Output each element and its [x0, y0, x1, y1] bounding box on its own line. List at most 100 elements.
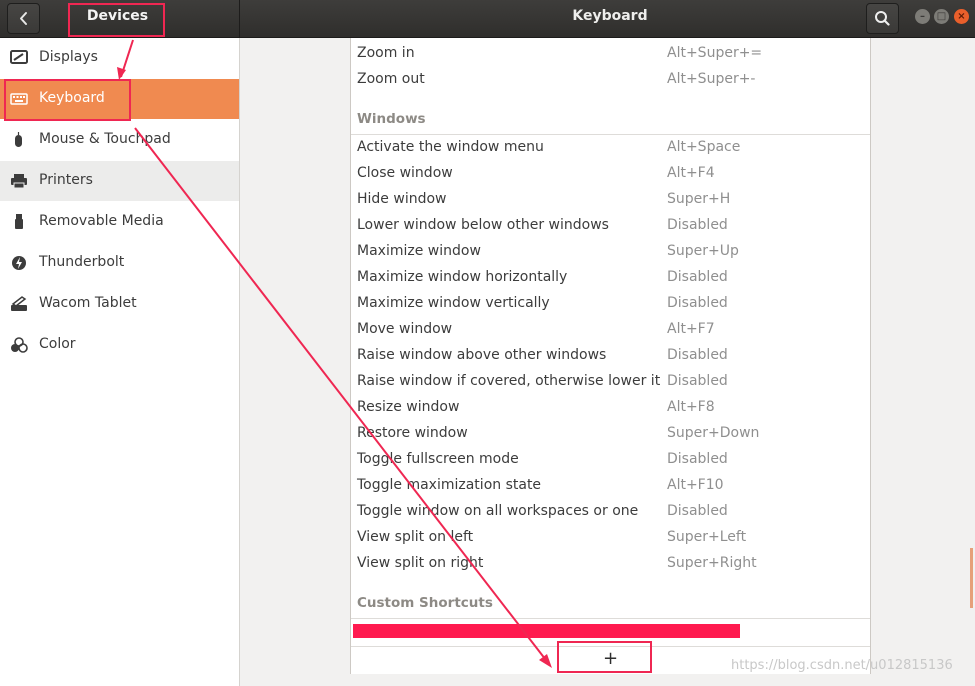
tablet-icon — [11, 296, 27, 311]
shortcut-row[interactable]: Toggle fullscreen mode Disabled — [351, 446, 870, 472]
shortcut-row[interactable]: Activate the window menu Alt+Space — [351, 134, 870, 160]
shortcut-name: Maximize window — [357, 243, 481, 259]
shortcut-name: Restore window — [357, 425, 468, 441]
shortcut-name: Activate the window menu — [357, 139, 544, 155]
usb-icon — [15, 214, 23, 229]
shortcut-accel: Super+Left — [667, 529, 747, 545]
sidebar-item-label: Wacom Tablet — [39, 295, 137, 311]
shortcut-accel: Super+H — [667, 191, 731, 207]
shortcut-name: View split on left — [357, 529, 474, 545]
shortcut-row[interactable]: Restore window Super+Down — [351, 420, 870, 446]
shortcut-accel: Disabled — [667, 347, 728, 363]
shortcut-row[interactable]: Lower window below other windows Disabled — [351, 212, 870, 238]
close-button[interactable]: × — [954, 9, 969, 24]
shortcut-accel: Alt+F10 — [667, 477, 724, 493]
shortcut-accel: Alt+Space — [667, 139, 741, 155]
sidebar-item-label: Mouse & Touchpad — [39, 131, 171, 147]
shortcut-name: Maximize window horizontally — [357, 269, 568, 285]
page-title: Keyboard — [572, 8, 648, 24]
sidebar-item-displays[interactable]: Displays — [0, 38, 239, 78]
sidebar-item-label: Printers — [39, 172, 93, 188]
shortcut-accel: Disabled — [667, 269, 728, 285]
shortcut-name: Toggle fullscreen mode — [357, 451, 519, 467]
shortcut-row[interactable]: View split on left Super+Left — [351, 524, 870, 550]
sidebar: Displays Keyboard Mouse & Touchpad Print… — [0, 38, 240, 686]
shortcut-accel: Disabled — [667, 503, 728, 519]
shortcut-name: Hide window — [357, 191, 447, 207]
sidebar-item-label: Removable Media — [39, 213, 164, 229]
section-title-windows: Windows — [357, 111, 426, 127]
shortcut-row[interactable]: View split on right Super+Right — [351, 550, 870, 576]
shortcut-name: Lower window below other windows — [357, 217, 609, 233]
shortcut-accel: Super+Down — [667, 425, 760, 441]
shortcuts-list: Zoom in Alt+Super+= Zoom out Alt+Super+-… — [350, 38, 871, 674]
sidebar-item-thunderbolt[interactable]: Thunderbolt — [0, 243, 239, 283]
color-icon — [11, 337, 28, 353]
watermark: https://blog.csdn.net/u012815136 — [731, 658, 953, 673]
shortcut-row[interactable]: Close window Alt+F4 — [351, 160, 870, 186]
shortcut-row[interactable]: Resize window Alt+F8 — [351, 394, 870, 420]
back-button[interactable] — [7, 3, 40, 34]
shortcut-row[interactable]: Toggle window on all workspaces or one Di… — [351, 498, 870, 524]
section-title-custom-shortcuts: Custom Shortcuts — [357, 595, 493, 611]
shortcut-name: Move window — [357, 321, 453, 337]
sidebar-item-label: Displays — [39, 49, 98, 65]
sidebar-item-mouse-touchpad[interactable]: Mouse & Touchpad — [0, 120, 239, 160]
annotation-box-add — [557, 641, 652, 673]
shortcut-accel: Super+Right — [667, 555, 757, 571]
shortcut-name: Raise window above other windows — [357, 347, 607, 363]
minimize-button[interactable]: – — [915, 9, 930, 24]
shortcut-name: Zoom out — [357, 71, 425, 87]
shortcut-name: Zoom in — [357, 45, 415, 61]
thunderbolt-icon — [12, 256, 26, 270]
shortcut-accel: Alt+Super+- — [667, 71, 756, 87]
sidebar-item-label: Color — [39, 336, 76, 352]
chevron-left-icon — [20, 12, 27, 25]
shortcut-name: View split on right — [357, 555, 484, 571]
shortcut-row-zoom-in[interactable]: Zoom in Alt+Super+= — [351, 40, 870, 66]
redacted-custom-shortcut — [353, 624, 740, 638]
shortcut-row[interactable]: Raise window above other windows Disabled — [351, 342, 870, 368]
shortcut-name: Maximize window vertically — [357, 295, 550, 311]
search-icon — [875, 11, 890, 26]
shortcut-row[interactable]: Maximize window Super+Up — [351, 238, 870, 264]
shortcut-row[interactable]: Raise window if covered, otherwise lower… — [351, 368, 870, 394]
display-icon — [10, 50, 28, 64]
shortcut-name: Toggle maximization state — [357, 477, 542, 493]
maximize-button[interactable]: □ — [934, 9, 949, 24]
shortcut-accel: Disabled — [667, 295, 728, 311]
shortcut-name: Toggle window on all workspaces or one — [357, 503, 639, 519]
shortcut-accel: Alt+F7 — [667, 321, 715, 337]
minimize-icon: – — [920, 11, 925, 22]
printer-icon — [11, 174, 27, 189]
shortcut-accel: Alt+F4 — [667, 165, 715, 181]
shortcut-row-zoom-out[interactable]: Zoom out Alt+Super+- — [351, 66, 870, 92]
shortcut-name: Resize window — [357, 399, 460, 415]
sidebar-item-wacom-tablet[interactable]: Wacom Tablet — [0, 284, 239, 324]
shortcut-row[interactable]: Maximize window vertically Disabled — [351, 290, 870, 316]
sidebar-item-printers[interactable]: Printers — [0, 161, 239, 201]
sidebar-item-removable-media[interactable]: Removable Media — [0, 202, 239, 242]
shortcut-row[interactable]: Toggle maximization state Alt+F10 — [351, 472, 870, 498]
scrollbar[interactable] — [970, 548, 973, 608]
shortcut-row[interactable]: Hide window Super+H — [351, 186, 870, 212]
shortcut-accel: Disabled — [667, 217, 728, 233]
shortcut-row[interactable]: Move window Alt+F7 — [351, 316, 870, 342]
shortcut-name: Raise window if covered, otherwise lower… — [357, 373, 661, 389]
sidebar-item-label: Thunderbolt — [39, 254, 125, 270]
maximize-icon: □ — [936, 11, 947, 22]
sidebar-item-color[interactable]: Color — [0, 325, 239, 365]
close-icon: × — [957, 11, 966, 22]
annotation-box-devices — [68, 3, 165, 37]
mouse-icon — [15, 132, 22, 147]
search-button[interactable] — [866, 3, 899, 34]
shortcut-accel: Disabled — [667, 451, 728, 467]
section-separator — [351, 618, 870, 619]
shortcut-row[interactable]: Maximize window horizontally Disabled — [351, 264, 870, 290]
shortcut-accel: Disabled — [667, 373, 728, 389]
shortcut-accel: Alt+F8 — [667, 399, 715, 415]
annotation-box-keyboard — [4, 79, 131, 121]
shortcut-name: Close window — [357, 165, 453, 181]
shortcut-accel: Alt+Super+= — [667, 45, 763, 61]
shortcut-accel: Super+Up — [667, 243, 739, 259]
